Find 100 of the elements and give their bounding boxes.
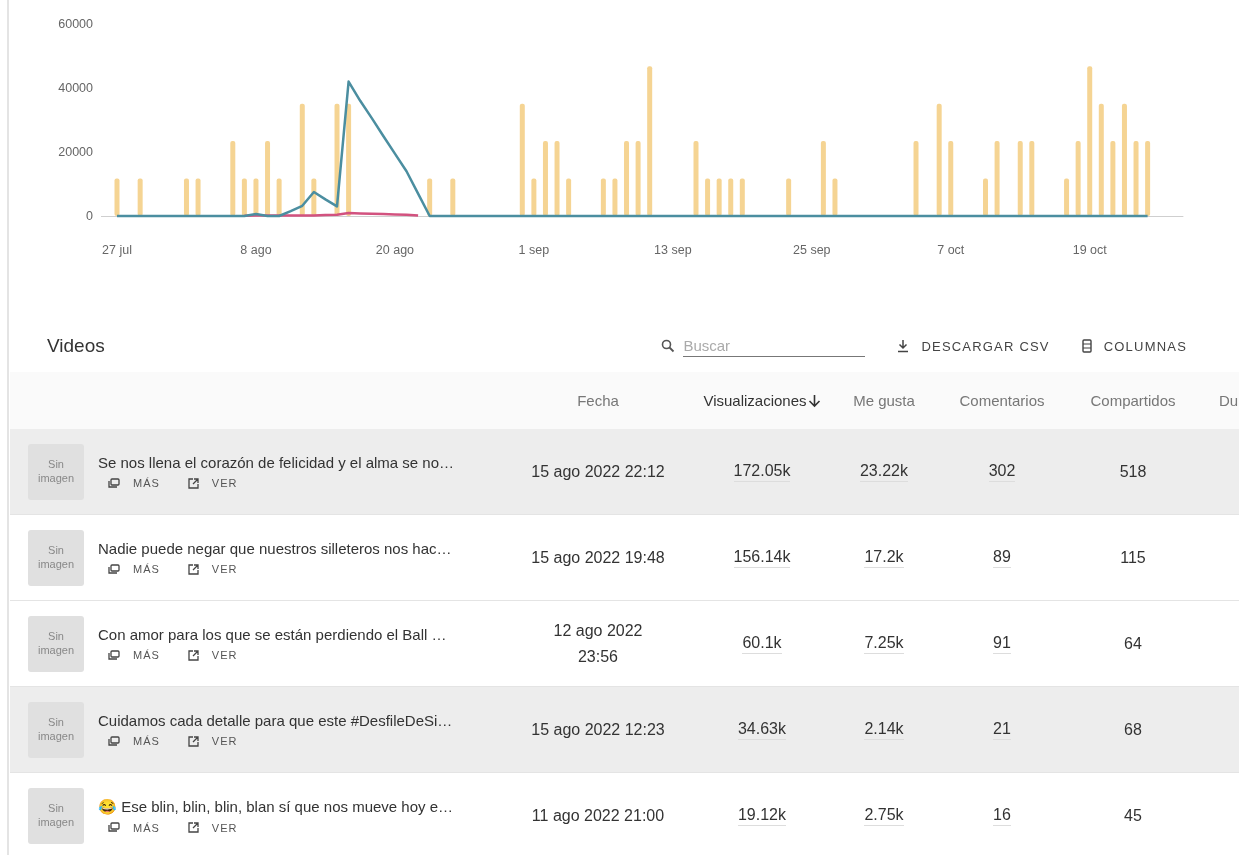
video-title: Cuidamos cada detalle para que este #DesfileDeSi… [98,712,453,729]
chart-bar [612,178,618,216]
chart-bar [184,178,189,216]
table-cell-text: 45 [1124,805,1142,826]
thumbnail-placeholder: Sin imagen [28,615,84,672]
thumbnail-placeholder: Sin imagen [28,787,84,844]
chart-bar [786,178,792,216]
copy-icon [108,563,120,575]
chart-bar [728,178,734,216]
axis-label: 40000 [58,81,93,95]
columns-button[interactable]: COLUMNAS [1081,334,1187,358]
table-cell: 7.25k [864,632,904,655]
chart-bar [1064,178,1070,216]
more-link[interactable]: MÁS [108,477,160,489]
thumbnail-placeholder: Sin imagen [28,701,84,758]
download-icon [897,339,910,353]
table-cell: 60.1k [742,632,782,655]
table-cell-text: 15 ago 2022 12:23 [531,719,665,740]
column-header[interactable]: Me gusta [853,392,915,409]
table-cell: 89 [993,546,1011,569]
video-title: 😂 Ese blin, blin, blin, blan sí que nos mueve hoy e… [98,797,454,816]
external-link-icon [187,735,199,747]
sort-arrow-icon [807,393,821,408]
axis-label: 60000 [58,17,93,31]
column-header[interactable]: Fecha [577,392,619,409]
copy-icon [108,735,120,747]
chart-bar [705,178,711,216]
table-cell: 17.2k [864,546,904,569]
chart-bar [137,178,143,216]
external-link-icon [187,563,199,575]
table-row[interactable]: Sin imagen Cuidamos cada detalle para que este #DesfileDeSi… MÁS VER 15 ago 2022 12:23 34.63k 2.14k 21 68 [10,687,1239,773]
column-header[interactable]: Comentarios [959,392,1045,409]
view-link[interactable]: VER [187,735,238,747]
view-link[interactable]: VER [187,821,238,834]
table-row[interactable]: Sin imagen Nadie puede negar que nuestros silleteros nos hac… MÁS VER 15 ago 2022 19:48 156.14k 17.2k 89 115 [10,515,1239,601]
thumbnail-placeholder: Sin imagen [28,529,84,586]
axis-label: 8 ago [240,243,272,257]
view-link[interactable]: VER [187,563,238,575]
view-link[interactable]: VER [187,477,238,489]
video-title: Nadie puede negar que nuestros silleteros nos hac… [98,540,452,557]
table-cell: 23.22k [859,460,908,483]
more-link[interactable]: MÁS [108,563,160,575]
chart-bar [739,178,745,216]
table-cell-text: 64 [1124,633,1142,654]
thumbnail-placeholder: Sin imagen [28,443,84,500]
chart-bar [311,178,317,216]
column-header[interactable]: Visualizaciones [703,392,807,409]
external-link-icon [187,477,199,489]
video-title: Con amor para los que se están perdiendo el Ball … [98,626,447,643]
more-link[interactable]: MÁS [108,735,160,747]
axis-label: 20 ago [375,243,415,257]
chart-bar [427,178,433,216]
axis-label: 19 oct [1072,243,1107,257]
table-cell-text: 68 [1124,719,1142,740]
table-cell-text: 15 ago 2022 22:12 [531,461,665,482]
chart-bar [600,178,606,216]
download-csv-button[interactable]: DESCARGAR CSV [897,334,1050,358]
table-row[interactable]: Sin imagen 😂 Ese blin, blin, blin, blan sí que nos mueve hoy e… MÁS VER 11 ago 2022 21:00 19.12k 2.75k 16 45 [10,773,1239,855]
table-cell: 2.75k [864,804,904,827]
copy-icon [108,649,120,661]
table-cell: 91 [993,632,1011,655]
chart-bar [195,178,201,216]
column-header[interactable]: Du [1219,392,1239,409]
search-icon [661,339,676,353]
axis-label: 7 oct [937,243,965,257]
chart-bar [716,178,722,216]
table-cell: 21 [993,718,1011,741]
table-cell: 156.14k [733,546,791,569]
table-cell: 172.05k [733,460,791,483]
video-title: Se nos llena el corazón de felicidad y el alma se no… [98,454,455,471]
table-cell: 2.14k [864,718,904,741]
table-cell: 302 [988,460,1016,483]
table-cell-text: 15 ago 2022 19:48 [531,547,665,568]
chart-bar [241,178,247,216]
columns-icon [1081,339,1092,353]
axis-label: 13 sep [654,243,692,257]
external-link-icon [187,822,199,833]
table-cell-text: 115 [1120,547,1146,568]
view-link[interactable]: VER [187,649,238,661]
more-link[interactable]: MÁS [108,649,160,661]
copy-icon [108,822,120,833]
axis-label: 20000 [58,145,93,159]
table-cell: 19.12k [737,804,786,827]
chart-bar [832,178,838,216]
chart-bar [566,178,572,216]
axis-label: 27 jul [102,243,132,257]
table-cell-text: 11 ago 2022 21:00 [531,805,665,826]
table-cell-text: 518 [1119,461,1147,482]
table-cell: 34.63k [737,718,786,741]
chart-bar [531,178,537,216]
chart-bar [276,178,282,216]
table-cell-text: 12 ago 2022 23:56 [553,620,643,667]
chart-bar [450,178,456,216]
column-header[interactable]: Compartidos [1090,392,1176,409]
axis-label: 25 sep [793,243,831,257]
table-row[interactable]: Sin imagen Se nos llena el corazón de felicidad y el alma se no… MÁS VER 15 ago 2022 22:12 172.05k 23.22k 302 518 [10,429,1239,515]
more-link[interactable]: MÁS [108,821,160,834]
axis-label: 1 sep [518,243,550,257]
section-title: Videos [47,335,105,357]
chart-bar [983,178,988,216]
